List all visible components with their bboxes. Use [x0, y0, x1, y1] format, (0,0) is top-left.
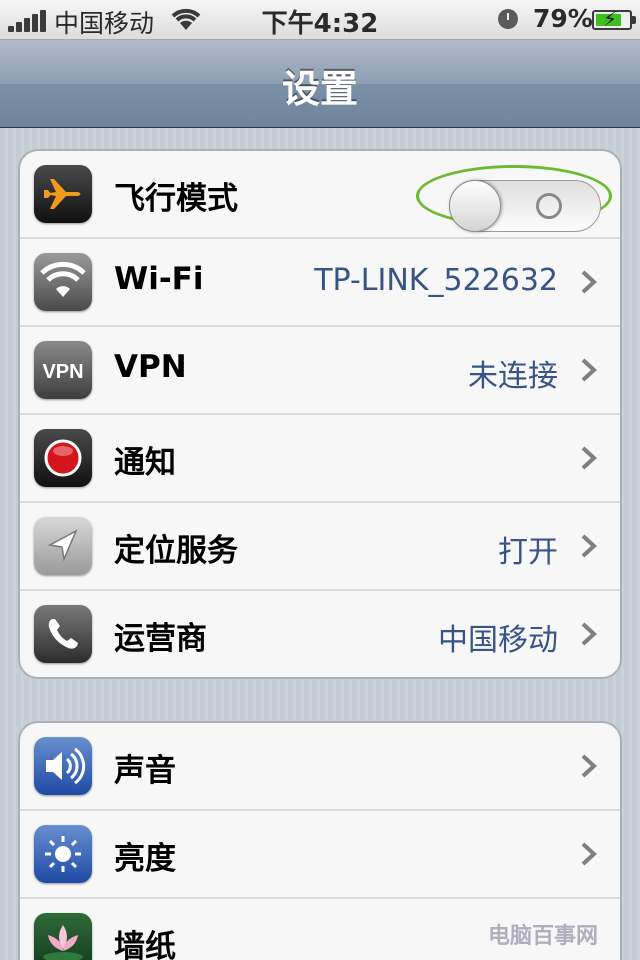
row-value: 未连接 [468, 359, 558, 394]
vpn-icon: VPN [34, 341, 92, 399]
chevron-right-icon [581, 534, 597, 558]
settings-group-network: 飞行模式 Wi-Fi TP-LINK_522632 VPN VPN 未连接 通知… [18, 149, 622, 679]
wifi-icon [34, 253, 92, 311]
chevron-right-icon [581, 842, 597, 866]
row-value: 中国移动 [438, 623, 558, 658]
location-arrow-icon [34, 517, 92, 575]
battery-icon: ⚡ [592, 7, 636, 31]
chevron-right-icon [581, 270, 597, 294]
lotus-icon [34, 913, 92, 960]
row-label: 亮度 [114, 841, 176, 877]
chevron-right-icon [581, 754, 597, 778]
status-bar: 中国移动 下午4:32 79% ⚡ [0, 0, 640, 40]
row-label: 墙纸 [114, 929, 176, 960]
vpn-icon-text: VPN [42, 361, 83, 383]
row-label: 定位服务 [114, 533, 238, 569]
chevron-right-icon [581, 622, 597, 646]
row-label: 通知 [114, 445, 176, 481]
settings-row-carrier[interactable]: 运营商 中国移动 [20, 591, 620, 677]
settings-row-wifi[interactable]: Wi-Fi TP-LINK_522632 [20, 239, 620, 327]
clock-icon [498, 9, 518, 29]
toggle-off-indicator-icon [536, 193, 562, 219]
airplane-icon [34, 165, 92, 223]
row-label: 声音 [114, 753, 176, 789]
row-label: Wi-Fi [114, 261, 204, 297]
settings-row-notifications[interactable]: 通知 [20, 415, 620, 503]
sun-icon [34, 825, 92, 883]
settings-row-location[interactable]: 定位服务 打开 [20, 503, 620, 591]
chevron-right-icon [581, 358, 597, 382]
navigation-bar: 设置 [0, 40, 640, 128]
settings-row-airplane-mode: 飞行模式 [20, 151, 620, 239]
watermark-logo: 电脑百事网 [488, 924, 599, 949]
row-label: 运营商 [114, 621, 207, 657]
toggle-knob [449, 180, 501, 232]
settings-row-vpn[interactable]: VPN VPN 未连接 [20, 327, 620, 415]
row-label: VPN [114, 349, 187, 385]
row-label: 飞行模式 [114, 181, 238, 217]
settings-row-sounds[interactable]: 声音 [20, 723, 620, 811]
battery-percent: 79% [533, 4, 593, 33]
phone-icon [34, 605, 92, 663]
row-value: 打开 [498, 535, 558, 570]
highlight-circle [416, 165, 612, 232]
chevron-right-icon [581, 446, 597, 470]
charging-bolt-icon: ⚡ [603, 7, 618, 31]
speaker-icon [34, 737, 92, 795]
notification-icon [34, 429, 92, 487]
page-title: 设置 [281, 67, 358, 111]
settings-row-brightness[interactable]: 亮度 [20, 811, 620, 899]
row-value: TP-LINK_522632 [314, 263, 558, 298]
airplane-mode-toggle[interactable] [449, 180, 601, 232]
